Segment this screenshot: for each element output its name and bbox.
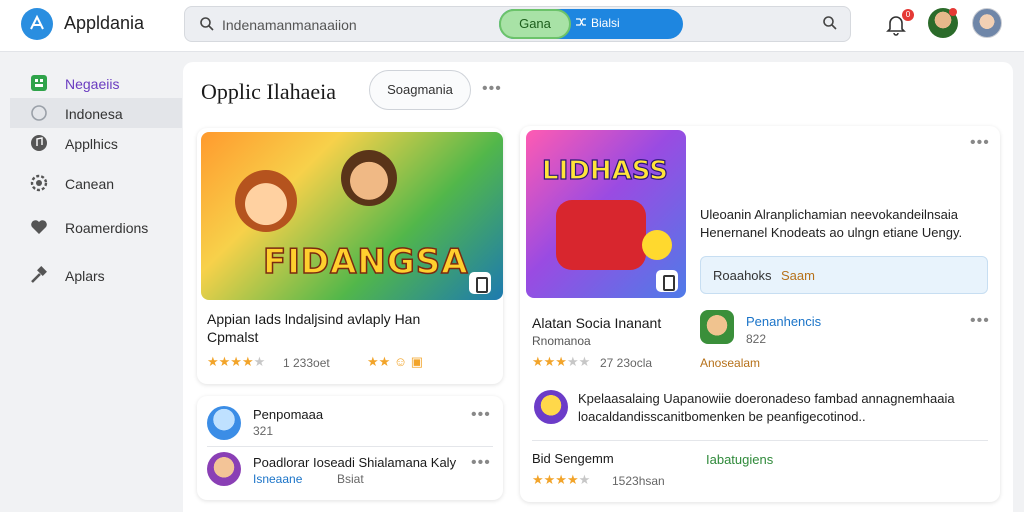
sidebar-item-label: Applhics (65, 136, 118, 152)
toggle-option-right[interactable]: Bialsi (575, 16, 620, 30)
play-store-icon (656, 270, 678, 292)
sidebar-item-label: Negaeiis (65, 76, 120, 92)
list-item-meta: 321 (253, 424, 274, 438)
star-rating: ★★★★★ (532, 472, 591, 487)
search-scope-toggle[interactable]: Gana Bialsi (499, 9, 683, 39)
main-panel: Opplic Ilahaeia Soagmania ••• FIDANGSA A… (183, 62, 1013, 512)
list-item-avatar[interactable] (207, 452, 241, 486)
heart-icon (30, 218, 48, 236)
search-bar[interactable]: Indenamanmanaaiion Gana Bialsi (184, 6, 851, 42)
card-title-line2: Cpmalst (207, 329, 259, 345)
game-thumbnail[interactable]: LIDHASS (526, 130, 686, 298)
card-subtitle: Rnomanoa (532, 334, 591, 348)
play-store-icon (469, 272, 491, 294)
review-text: Kpelaasalaing Uapanowiie doeronadeso fam… (578, 391, 955, 406)
game-list-card: Penpomaaa 321 ••• Poadlorar Ioseadi Shia… (197, 396, 503, 500)
rating-count: 1 233oet (283, 356, 330, 370)
list-item-tag: Isneaane (253, 472, 303, 486)
card-title: Appian Iads lndaljsind avlaply Han (207, 311, 421, 327)
app-title: Appldania (64, 13, 145, 33)
user-profile-avatar[interactable] (972, 8, 1002, 38)
divider (532, 440, 988, 441)
more-options-icon[interactable]: ••• (471, 454, 491, 472)
more-options-icon[interactable]: ••• (970, 134, 990, 152)
game-card-featured[interactable]: FIDANGSA Appian Iads lndaljsind avlaply … (197, 128, 503, 384)
game-detail-card[interactable]: ••• LIDHASS Uleoanin Alranplichamian nee… (520, 126, 1000, 502)
smiley-image (642, 230, 672, 260)
list-item-title[interactable]: Poadlorar Ioseadi Shialamana Kaly (253, 454, 456, 472)
rating-count: 27 23ocla (600, 356, 653, 370)
sidebar-item-5[interactable]: Aplars (10, 260, 182, 290)
toggle-right-label: Bialsi (591, 16, 620, 30)
more-options-icon[interactable]: ••• (471, 406, 491, 424)
list-item-meta: Bsiat (337, 472, 364, 486)
music-icon (30, 134, 48, 152)
developer-meta: 822 (746, 332, 767, 346)
action-label: Roaahoks (713, 268, 772, 283)
card-title: Alatan Socia Inanant (532, 315, 662, 331)
grid-icon (30, 74, 48, 92)
zoom-search-icon[interactable] (822, 15, 838, 36)
rating-count: 1523hsan (612, 474, 665, 488)
footer-link[interactable]: Iabatugiens (706, 452, 773, 467)
sidebar-item-label: Canean (65, 176, 115, 192)
search-query[interactable]: Indenamanmanaaiion (222, 17, 357, 33)
review-text-line2: loacaldandisscanitbomenken be peanfigeco… (578, 409, 866, 424)
search-icon (199, 16, 215, 37)
circle-icon (30, 104, 48, 122)
list-item-title[interactable]: Penpomaaa (253, 406, 323, 424)
sidebar: Negaeiis Indonesa Applhics Canean Roamer… (0, 60, 182, 512)
action-link[interactable]: Saam (781, 268, 815, 283)
star-rating: ★★★★★ (532, 354, 591, 369)
sidebar-item-4[interactable]: Roamerdions (10, 212, 182, 242)
gear-icon (30, 174, 48, 192)
star-rating: ★★★★★ (207, 354, 266, 369)
action-bar[interactable]: Roaahoks Saam (700, 256, 988, 294)
sidebar-item-label: Roamerdions (65, 220, 149, 236)
developer-name[interactable]: Penanhencis (746, 314, 821, 329)
shuffle-icon (575, 16, 587, 30)
game-description-line2: Henernanel Knodeats ao ulngn etiane Ueng… (700, 225, 963, 240)
sidebar-item-2[interactable]: Applhics (10, 128, 182, 158)
reviewer-avatar[interactable] (534, 390, 568, 424)
toggle-option-games[interactable]: Gana (499, 9, 571, 39)
game-description: Uleoanin Alranplichamian neevokandeilnsa… (700, 207, 959, 222)
more-options-icon[interactable]: ••• (970, 312, 990, 330)
developer-tag: Anosealam (700, 356, 761, 370)
sidebar-item-1[interactable]: Indonesa (10, 98, 182, 128)
character-girl-image (235, 170, 297, 232)
game-logo-text: FIDANGSA (262, 241, 469, 283)
footer-title: Bid Sengemm (532, 451, 614, 466)
section-title: Opplic Ilahaeia (201, 79, 336, 104)
developer-avatar[interactable] (700, 310, 734, 344)
app-logo-icon[interactable] (21, 8, 53, 40)
character-boy-image (341, 150, 397, 206)
top-bar: Appldania Indenamanmanaaiion Gana Bialsi… (0, 0, 1024, 52)
sidebar-item-0[interactable]: Negaeiis (10, 68, 182, 98)
truck-image (556, 200, 646, 270)
game-thumbnail[interactable]: FIDANGSA (201, 132, 503, 300)
divider (207, 446, 493, 447)
game-logo-text: LIDHASS (541, 155, 668, 186)
notification-badge: 0 (902, 9, 914, 21)
avatar-status-dot (949, 8, 957, 16)
sidebar-item-label: Aplars (65, 268, 105, 284)
hammer-icon (30, 266, 48, 284)
reaction-icons: ★★ ☺ ▣ (367, 354, 424, 369)
filter-chip[interactable]: Soagmania (369, 70, 471, 110)
list-item-avatar[interactable] (207, 406, 241, 440)
more-options-icon[interactable]: ••• (482, 80, 502, 98)
sidebar-item-3[interactable]: Canean (10, 168, 182, 198)
sidebar-item-label: Indonesa (65, 106, 123, 122)
